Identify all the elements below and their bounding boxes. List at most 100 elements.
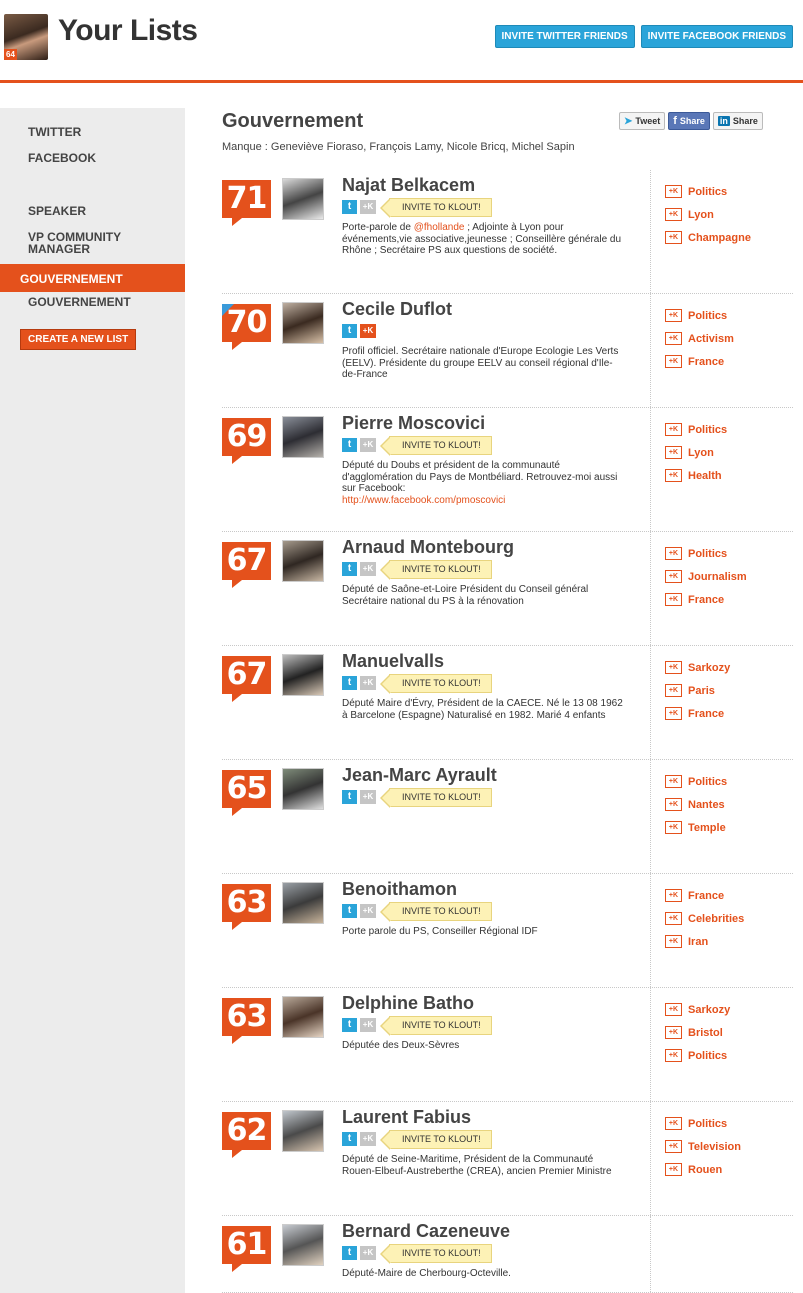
facebook-share-button[interactable]: f Share [668,112,710,130]
profile-photo[interactable] [282,768,324,810]
topic-item[interactable]: +K Celebrities [665,907,744,930]
invite-to-klout-button[interactable]: INVITE TO KLOUT! [380,674,492,694]
klout-icon[interactable]: +K [360,904,376,918]
invite-to-klout-button[interactable]: INVITE TO KLOUT! [380,560,492,580]
invite-to-klout-button[interactable]: INVITE TO KLOUT! [380,1016,492,1036]
twitter-icon[interactable]: t [342,904,357,918]
person-name[interactable]: Benoithamon [342,879,457,900]
topic-item[interactable]: +K France [665,884,744,907]
topic-item[interactable]: +K France [665,702,730,725]
profile-photo[interactable] [282,882,324,924]
topic-item[interactable]: +K France [665,350,734,373]
topic-item[interactable]: +K Politics [665,180,751,203]
bio-mention-link[interactable]: @fhollande [414,222,465,233]
klout-icon[interactable]: +K [360,200,376,214]
profile-photo[interactable] [282,654,324,696]
sidebar-item-gouvernement[interactable]: GOUVERNEMENT [28,296,131,308]
profile-photo[interactable] [282,1110,324,1152]
person-name[interactable]: Delphine Batho [342,993,474,1014]
topic-item[interactable]: +K Lyon [665,441,727,464]
topic-item[interactable]: +K Paris [665,679,730,702]
user-avatar[interactable]: 64 [4,14,48,60]
klout-icon[interactable]: +K [360,790,376,804]
twitter-icon[interactable]: t [342,1246,357,1260]
topic-item[interactable]: +K Activism [665,327,734,350]
tweet-button[interactable]: ➤ Tweet [619,112,666,130]
topic-item[interactable]: +K Temple [665,816,727,839]
sidebar-item-facebook[interactable]: FACEBOOK [28,152,96,164]
twitter-icon[interactable]: t [342,676,357,690]
topic-list: +K Politics +K Activism +K France [665,304,734,373]
topic-item[interactable]: +K Television [665,1135,741,1158]
twitter-icon[interactable]: t [342,790,357,804]
invite-facebook-friends-button[interactable]: INVITE FACEBOOK FRIENDS [640,25,793,48]
klout-icon[interactable]: +K [360,1018,376,1032]
sidebar-item-vp-community-manager[interactable]: MANAGER [28,243,90,255]
topic-item[interactable]: +K Lyon [665,203,751,226]
invite-to-klout-button[interactable]: INVITE TO KLOUT! [380,198,492,218]
topic-label: Paris [688,684,715,697]
twitter-icon[interactable]: t [342,562,357,576]
person-name[interactable]: Manuelvalls [342,651,444,672]
list-missing-members: Manque : Geneviève Fioraso, François Lam… [222,141,575,153]
klout-icon[interactable]: +K [360,324,376,338]
klout-k-icon: +K [665,570,682,583]
twitter-icon[interactable]: t [342,324,357,338]
twitter-icon[interactable]: t [342,438,357,452]
topic-item[interactable]: +K Politics [665,1112,741,1135]
twitter-icon[interactable]: t [342,1132,357,1146]
topic-item[interactable]: +K Politics [665,542,747,565]
invite-twitter-friends-button[interactable]: INVITE TWITTER FRIENDS [494,25,635,48]
topic-item[interactable]: +K Journalism [665,565,747,588]
topic-item[interactable]: +K Sarkozy [665,656,730,679]
topic-item[interactable]: +K Champagne [665,226,751,249]
invite-to-klout-button[interactable]: INVITE TO KLOUT! [380,902,492,922]
create-new-list-button[interactable]: CREATE A NEW LIST [20,329,137,350]
klout-k-icon: +K [665,332,682,345]
topic-item[interactable]: +K Health [665,464,727,487]
profile-photo[interactable] [282,996,324,1038]
topic-item[interactable]: +K Politics [665,770,727,793]
invite-to-klout-button[interactable]: INVITE TO KLOUT! [380,1130,492,1150]
twitter-icon[interactable]: t [342,1018,357,1032]
klout-icon[interactable]: +K [360,1132,376,1146]
profile-photo[interactable] [282,416,324,458]
profile-photo[interactable] [282,302,324,344]
profile-photo[interactable] [282,540,324,582]
topic-label: Champagne [688,231,751,244]
topic-item[interactable]: +K Politics [665,418,727,441]
topic-label: Health [688,469,722,482]
topic-item[interactable]: +K Nantes [665,793,727,816]
klout-icon[interactable]: +K [360,562,376,576]
klout-icon[interactable]: +K [360,676,376,690]
person-name[interactable]: Jean-Marc Ayrault [342,765,497,786]
person-name[interactable]: Laurent Fabius [342,1107,471,1128]
invite-to-klout-button[interactable]: INVITE TO KLOUT! [380,788,492,808]
person-name[interactable]: Bernard Cazeneuve [342,1221,510,1242]
person-name[interactable]: Cecile Duflot [342,299,452,320]
sidebar-item-gouvernement-active[interactable]: GOUVERNEMENT [0,264,185,292]
topic-label: Nantes [688,798,725,811]
topic-item[interactable]: +K Rouen [665,1158,741,1181]
person-name[interactable]: Arnaud Montebourg [342,537,514,558]
sidebar-item-speaker[interactable]: SPEAKER [28,205,86,217]
sidebar-item-twitter[interactable]: TWITTER [28,126,81,138]
topic-item[interactable]: +K Bristol [665,1021,730,1044]
bio-link[interactable]: http://www.facebook.com/pmoscovici [342,495,505,506]
person-name[interactable]: Pierre Moscovici [342,413,485,434]
topic-item[interactable]: +K Politics [665,1044,730,1067]
invite-to-klout-button[interactable]: INVITE TO KLOUT! [380,436,492,456]
person-name[interactable]: Najat Belkacem [342,175,475,196]
topic-item[interactable]: +K Sarkozy [665,998,730,1021]
invite-to-klout-button[interactable]: INVITE TO KLOUT! [380,1244,492,1264]
topic-item[interactable]: +K France [665,588,747,611]
topic-item[interactable]: +K Iran [665,930,744,953]
linkedin-share-button[interactable]: in Share [712,112,763,130]
profile-photo[interactable] [282,178,324,220]
klout-icon[interactable]: +K [360,438,376,452]
profile-photo[interactable] [282,1224,324,1266]
klout-icon[interactable]: +K [360,1246,376,1260]
twitter-icon[interactable]: t [342,200,357,214]
topic-item[interactable]: +K Politics [665,304,734,327]
list-item: 70 Cecile Duflot t +K Profil officiel. Se… [222,294,793,408]
